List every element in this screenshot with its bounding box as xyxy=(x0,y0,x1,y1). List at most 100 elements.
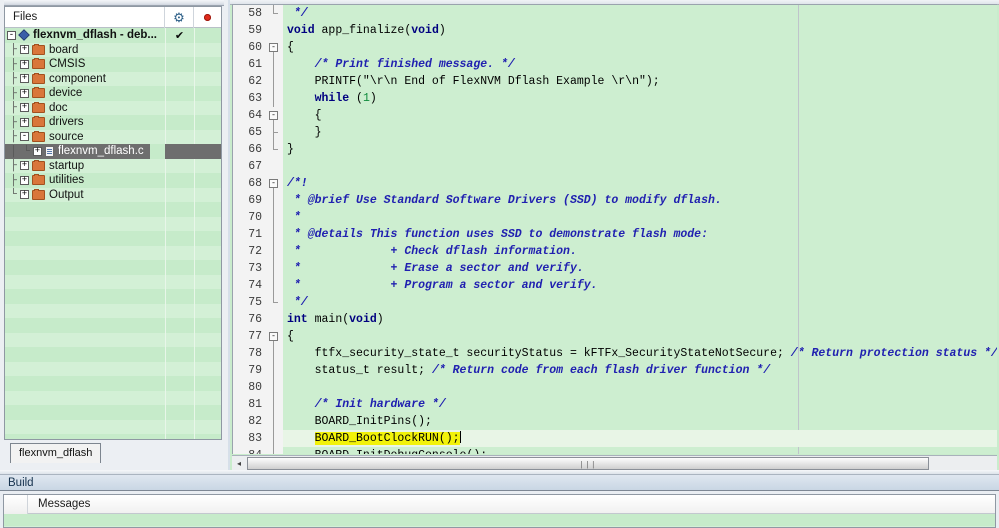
tree-item-device[interactable]: ├ + device xyxy=(5,86,221,101)
code-line[interactable]: PRINTF("\r\n End of FlexNVM Dflash Examp… xyxy=(283,73,997,90)
code-line[interactable]: BOARD_InitDebugConsole(); xyxy=(283,447,997,454)
tree-item-content: ├ + drivers xyxy=(5,115,84,130)
code-line-text: * + Erase a sector and verify. xyxy=(287,262,584,275)
tree-header-record[interactable] xyxy=(194,7,221,28)
code-line-text: /* Print finished message. */ xyxy=(314,58,515,71)
messages-column-label: Messages xyxy=(38,498,91,510)
code-line[interactable]: { xyxy=(283,39,997,56)
fold-marker[interactable]: - xyxy=(267,107,283,124)
code-line[interactable] xyxy=(283,379,997,396)
tree-item-board[interactable]: ├ + board xyxy=(5,42,221,57)
tree-item-label: board xyxy=(49,43,79,56)
code-line[interactable]: */ xyxy=(283,294,997,311)
code-line[interactable]: * + Erase a sector and verify. xyxy=(283,260,997,277)
code-lines: */ void app_finalize(void) { /* Print fini… xyxy=(283,5,997,454)
line-number: 76 xyxy=(248,313,262,326)
code-line[interactable]: BOARD_InitPins(); xyxy=(283,413,997,430)
gear-icon[interactable]: ⚙ xyxy=(173,11,185,24)
editor-frame[interactable]: 58 59 60 61 62 63 64 65 66 67 68 69 70 71 72 73 74 75 76 77… xyxy=(232,4,997,454)
project-tree[interactable]: - flexnvm_dflash - deb... ✔ ├ + board ├ + CMSIS ├… xyxy=(5,28,221,439)
tree-item-content: └ + Output xyxy=(5,188,84,203)
tree-item-label: CMSIS xyxy=(49,58,86,71)
fold-marker[interactable]: - xyxy=(267,328,283,345)
code-line-current[interactable]: BOARD_BootClockRUN(); xyxy=(283,430,997,447)
line-number: 67 xyxy=(248,160,262,173)
scroll-left-arrow-icon[interactable]: ◂ xyxy=(232,456,246,470)
expander-expand-icon[interactable]: + xyxy=(20,45,29,55)
code-folding-margin[interactable]: - - - - xyxy=(267,5,283,454)
tree-item-label: device xyxy=(49,87,83,100)
tree-connector: ├ xyxy=(10,87,17,100)
code-line-text: void app_finalize(void) xyxy=(287,24,446,37)
fold-marker xyxy=(267,226,283,243)
expander-expand-icon[interactable]: + xyxy=(20,117,29,127)
fold-marker xyxy=(267,56,283,73)
tree-item-flexnvm-dflash-c[interactable]: │ └ + flexnvm_dflash.c xyxy=(5,144,221,159)
expander-expand-icon[interactable]: + xyxy=(20,74,29,84)
code-line[interactable]: * @brief Use Standard Software Drivers (… xyxy=(283,192,997,209)
line-number: 70 xyxy=(248,211,262,224)
tree-item-utilities[interactable]: ├ + utilities xyxy=(5,173,221,188)
code-line[interactable]: * + Check dflash information. xyxy=(283,243,997,260)
tree-empty-row xyxy=(5,231,221,246)
code-line[interactable]: int main(void) xyxy=(283,311,997,328)
code-line[interactable]: /* Print finished message. */ xyxy=(283,56,997,73)
tree-item-drivers[interactable]: ├ + drivers xyxy=(5,115,221,130)
expander-expand-icon[interactable]: + xyxy=(33,146,42,156)
tree-item-output[interactable]: └ + Output xyxy=(5,187,221,203)
line-number: 64 xyxy=(248,109,262,122)
tree-item-cmsis[interactable]: ├ + CMSIS xyxy=(5,57,221,72)
expander-expand-icon[interactable]: + xyxy=(20,59,29,69)
fold-marker xyxy=(267,141,283,158)
folder-icon xyxy=(32,130,45,142)
code-line[interactable]: status_t result; /* Return code from eac… xyxy=(283,362,997,379)
expander-collapse-icon[interactable]: - xyxy=(20,132,29,142)
tree-empty-row xyxy=(5,260,221,275)
fold-marker xyxy=(267,430,283,447)
red-dot-icon[interactable] xyxy=(204,13,211,21)
tree-empty-row xyxy=(5,274,221,289)
code-text-area[interactable]: */ void app_finalize(void) { /* Print fini… xyxy=(283,5,997,454)
code-line[interactable]: while (1) xyxy=(283,90,997,107)
fold-marker[interactable]: - xyxy=(267,39,283,56)
code-line[interactable]: /* Init hardware */ xyxy=(283,396,997,413)
code-line[interactable]: ftfx_security_state_t securityStatus = k… xyxy=(283,345,997,362)
code-line[interactable]: } xyxy=(283,124,997,141)
code-line[interactable]: */ xyxy=(283,5,997,22)
code-line-text: int main(void) xyxy=(287,313,384,326)
code-line[interactable]: void app_finalize(void) xyxy=(283,22,997,39)
tree-item-flexnvm-dflash-deb[interactable]: - flexnvm_dflash - deb... ✔ xyxy=(5,28,221,43)
expander-expand-icon[interactable]: + xyxy=(20,175,29,185)
tree-item-doc[interactable]: ├ + doc xyxy=(5,100,221,115)
scrollbar-thumb[interactable]: ||| xyxy=(247,456,929,470)
code-line[interactable]: { xyxy=(283,328,997,345)
code-line[interactable]: * @details This function uses SSD to dem… xyxy=(283,226,997,243)
fold-marker[interactable]: - xyxy=(267,175,283,192)
tree-item-startup[interactable]: ├ + startup xyxy=(5,158,221,173)
code-line[interactable]: /*! xyxy=(283,175,997,192)
code-line[interactable] xyxy=(283,158,997,175)
code-line[interactable]: { xyxy=(283,107,997,124)
tree-header-settings[interactable]: ⚙ xyxy=(165,7,194,28)
expander-expand-icon[interactable]: + xyxy=(20,161,29,171)
tree-item-component[interactable]: ├ + component xyxy=(5,71,221,86)
code-line-text: */ xyxy=(287,7,308,20)
fold-marker xyxy=(267,294,283,311)
tree-item-source[interactable]: ├ - source xyxy=(5,129,221,144)
fold-marker xyxy=(267,158,283,175)
build-messages-box[interactable]: Messages xyxy=(3,494,996,528)
selection-strip xyxy=(165,144,221,159)
line-number: 77 xyxy=(248,330,262,343)
expander-expand-icon[interactable]: + xyxy=(20,88,29,98)
scrollbar-grip-icon: ||| xyxy=(579,460,597,470)
code-line[interactable]: * + Program a sector and verify. xyxy=(283,277,997,294)
code-line[interactable]: * xyxy=(283,209,997,226)
expander-collapse-icon[interactable]: - xyxy=(7,30,16,40)
tree-empty-row xyxy=(5,332,221,347)
code-line[interactable]: } xyxy=(283,141,997,158)
source-file-icon xyxy=(45,145,54,157)
expander-expand-icon[interactable]: + xyxy=(20,103,29,113)
editor-horizontal-scrollbar[interactable]: ◂ ||| xyxy=(232,455,997,470)
expander-expand-icon[interactable]: + xyxy=(20,190,29,200)
workspace-tab-flexnvm-dflash[interactable]: flexnvm_dflash xyxy=(10,443,102,463)
